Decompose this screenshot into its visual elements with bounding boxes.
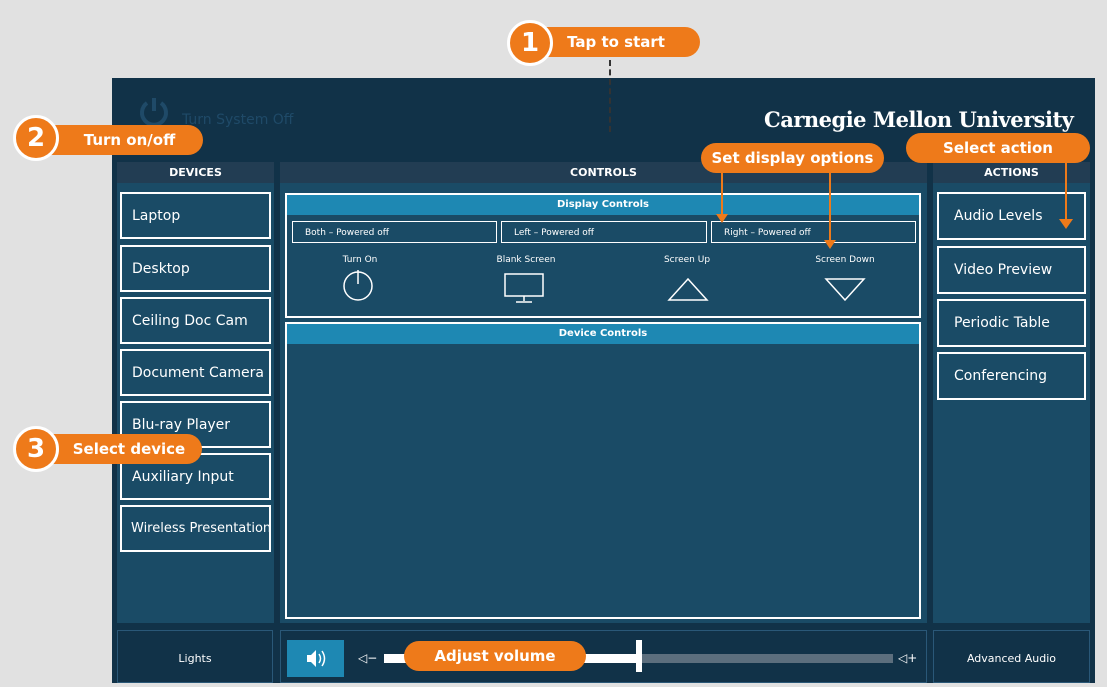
annotation-arrows	[716, 162, 1073, 249]
